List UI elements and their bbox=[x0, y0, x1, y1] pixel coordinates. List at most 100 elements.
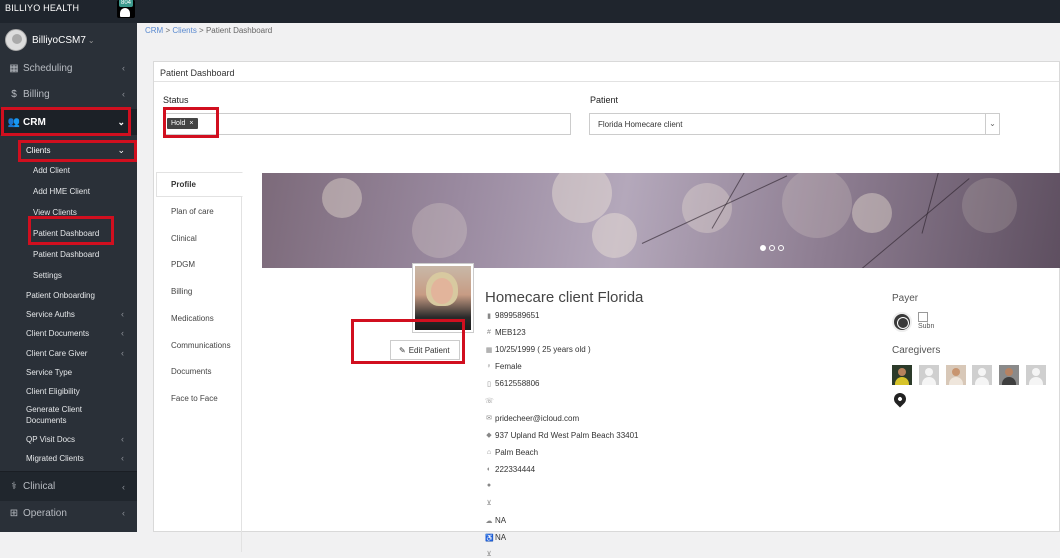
sidebar-item-label: Client Documents bbox=[26, 329, 90, 338]
patient-detail-row: ● bbox=[485, 482, 495, 489]
user-md-icon: ⚕ bbox=[11, 481, 17, 492]
banner-bokeh bbox=[592, 213, 637, 258]
caregiver-avatar[interactable] bbox=[946, 365, 966, 385]
banner-bokeh bbox=[782, 173, 852, 238]
patient-dashboard-panel: Patient Dashboard Status Hold × Patient F… bbox=[153, 61, 1060, 558]
patient-detail-value: 222334444 bbox=[495, 464, 536, 474]
sidebar-item-scheduling[interactable]: ▦ Scheduling ‹ bbox=[0, 60, 137, 76]
patient-detail-row: ▦ 10/25/1999 ( 25 years old ) bbox=[485, 345, 591, 354]
patient-detail-value: Palm Beach bbox=[495, 447, 539, 457]
patient-select-value: Florida Homecare client bbox=[598, 120, 683, 129]
mobile-icon: ▯ bbox=[487, 380, 491, 388]
sidebar-item-patient-onboarding[interactable]: Patient Onboarding bbox=[26, 290, 95, 301]
patient-detail-row: ♿ NA bbox=[485, 533, 506, 542]
caregiver-avatar[interactable] bbox=[892, 365, 912, 385]
carousel-dot[interactable] bbox=[760, 245, 766, 251]
tab-face-to-face[interactable]: Face to Face bbox=[171, 394, 218, 403]
patient-detail-value: pridecheer@icloud.com bbox=[495, 413, 580, 423]
tab-pdgm[interactable]: PDGM bbox=[171, 260, 195, 269]
status-select[interactable]: Hold × bbox=[163, 113, 571, 135]
sidebar-item-label: Generate Client Documents bbox=[26, 405, 83, 425]
caregivers-label: Caregivers bbox=[892, 345, 941, 356]
caregiver-avatar[interactable] bbox=[999, 365, 1019, 385]
patient-detail-value: MEB123 bbox=[495, 328, 526, 338]
bookmark-icon: ▮ bbox=[487, 312, 491, 320]
patient-detail-row: ⊻ bbox=[485, 499, 495, 507]
sidebar-item-patient-dashboard-2[interactable]: Patient Dashboard bbox=[33, 250, 99, 259]
patient-detail-value: NA bbox=[495, 533, 507, 543]
patient-detail-value: 10/25/1999 ( 25 years old ) bbox=[495, 345, 591, 355]
tab-documents[interactable]: Documents bbox=[171, 367, 211, 376]
sidebar-item-generate-client-documents[interactable]: Generate Client Documents bbox=[26, 404, 98, 426]
caregiver-avatar[interactable] bbox=[1026, 365, 1046, 385]
chevron-left-icon: ‹ bbox=[122, 508, 125, 518]
tab-plan-of-care[interactable]: Plan of care bbox=[171, 207, 214, 216]
sidebar-item-operation[interactable]: ⊞ Operation ‹ bbox=[0, 501, 137, 525]
patient-detail-row: ⌂ Palm Beach bbox=[485, 448, 538, 457]
chevron-down-icon: ⌄ bbox=[87, 35, 95, 45]
sidebar-item-migrated-clients[interactable]: Migrated Clients ‹ bbox=[26, 453, 131, 464]
tab-billing[interactable]: Billing bbox=[171, 287, 192, 296]
sidebar-item-service-auths[interactable]: Service Auths ‹ bbox=[26, 309, 131, 320]
top-bar: BILLIYO HEALTH 804 bbox=[0, 0, 1060, 23]
breadcrumb-clients[interactable]: Clients bbox=[172, 26, 196, 35]
user-menu[interactable]: BilliyoCSM7 ⌄ bbox=[5, 29, 95, 51]
patient-detail-value: NA bbox=[495, 516, 507, 526]
dollar-icon: $ bbox=[11, 88, 17, 100]
chevron-left-icon: ‹ bbox=[121, 348, 124, 358]
cart-icon: ⊻ bbox=[486, 500, 492, 508]
patient-name: Homecare client Florida bbox=[485, 289, 644, 306]
tab-communications[interactable]: Communications bbox=[171, 341, 231, 350]
caregiver-avatar[interactable] bbox=[919, 365, 939, 385]
sidebar-item-add-hme-client[interactable]: Add HME Client bbox=[33, 187, 90, 196]
tab-clinical[interactable]: Clinical bbox=[171, 234, 197, 243]
profile-tabs: Profile Plan of care Clinical PDGM Billi… bbox=[156, 172, 243, 552]
sidebar-item-client-eligibility[interactable]: Client Eligibility bbox=[26, 386, 80, 397]
sidebar-item-label: Client Eligibility bbox=[26, 387, 80, 396]
chevron-left-icon: ‹ bbox=[121, 328, 124, 338]
hash-icon: # bbox=[487, 329, 491, 337]
caregiver-avatar[interactable] bbox=[972, 365, 992, 385]
breadcrumb-current: Patient Dashboard bbox=[205, 26, 273, 35]
carousel-dot[interactable] bbox=[769, 245, 775, 251]
user-icon: ● bbox=[486, 482, 492, 489]
tab-profile[interactable]: Profile bbox=[171, 180, 196, 189]
chevron-down-icon[interactable]: ⌄ bbox=[985, 114, 999, 134]
chevron-left-icon: ‹ bbox=[122, 63, 125, 73]
patient-detail-row: # MEB123 bbox=[485, 328, 526, 337]
home-icon: ⌂ bbox=[486, 448, 492, 456]
map-marker-icon[interactable] bbox=[891, 390, 909, 408]
carousel-dot[interactable] bbox=[778, 245, 784, 251]
patient-detail-value: 5612558806 bbox=[495, 379, 540, 389]
sidebar-item-billing[interactable]: $ Billing ‹ bbox=[0, 86, 137, 102]
sidebar-item-add-client[interactable]: Add Client bbox=[33, 166, 70, 175]
breadcrumb-separator: > bbox=[165, 26, 171, 35]
sidebar-item-settings[interactable]: Settings bbox=[33, 271, 62, 280]
phone-icon: ☏ bbox=[485, 397, 494, 405]
sidebar-item-label: Scheduling bbox=[23, 62, 73, 74]
cloud-icon: ☁ bbox=[485, 517, 493, 525]
banner-bokeh bbox=[682, 183, 732, 233]
chevron-left-icon: ‹ bbox=[122, 89, 125, 99]
patient-detail-row: ▯ 5612558806 bbox=[485, 379, 540, 389]
sidebar-item-clinical[interactable]: ⚕ Clinical ‹ bbox=[0, 471, 137, 501]
sidebar-item-qp-visit-docs[interactable]: QP Visit Docs ‹ bbox=[26, 434, 131, 445]
sidebar-item-client-care-giver[interactable]: Client Care Giver ‹ bbox=[26, 348, 131, 359]
carousel-indicators[interactable] bbox=[760, 238, 787, 256]
tab-medications[interactable]: Medications bbox=[171, 314, 214, 323]
patient-detail-row: ◐ 222334444 bbox=[485, 465, 535, 474]
patient-detail-row: ✉ pridecheer@icloud.com bbox=[485, 414, 579, 423]
chevron-left-icon: ‹ bbox=[122, 481, 125, 492]
breadcrumb-separator: > bbox=[199, 26, 204, 35]
patient-photo-face bbox=[431, 278, 453, 304]
sidebar-item-service-type[interactable]: Service Type bbox=[26, 367, 72, 378]
sidebar-item-client-documents[interactable]: Client Documents ‹ bbox=[26, 328, 131, 339]
payer-broken-image: Subn bbox=[918, 312, 938, 331]
chevron-left-icon: ‹ bbox=[121, 434, 124, 444]
sidebar-item-label: Service Type bbox=[26, 368, 73, 377]
patient-select[interactable]: Florida Homecare client ⌄ bbox=[589, 113, 1000, 135]
highlight-crm bbox=[1, 107, 131, 136]
sidebar-item-label: Migrated Clients bbox=[26, 454, 84, 463]
patient-detail-value: 9899589651 bbox=[495, 311, 540, 320]
breadcrumb-crm[interactable]: CRM bbox=[145, 26, 163, 35]
